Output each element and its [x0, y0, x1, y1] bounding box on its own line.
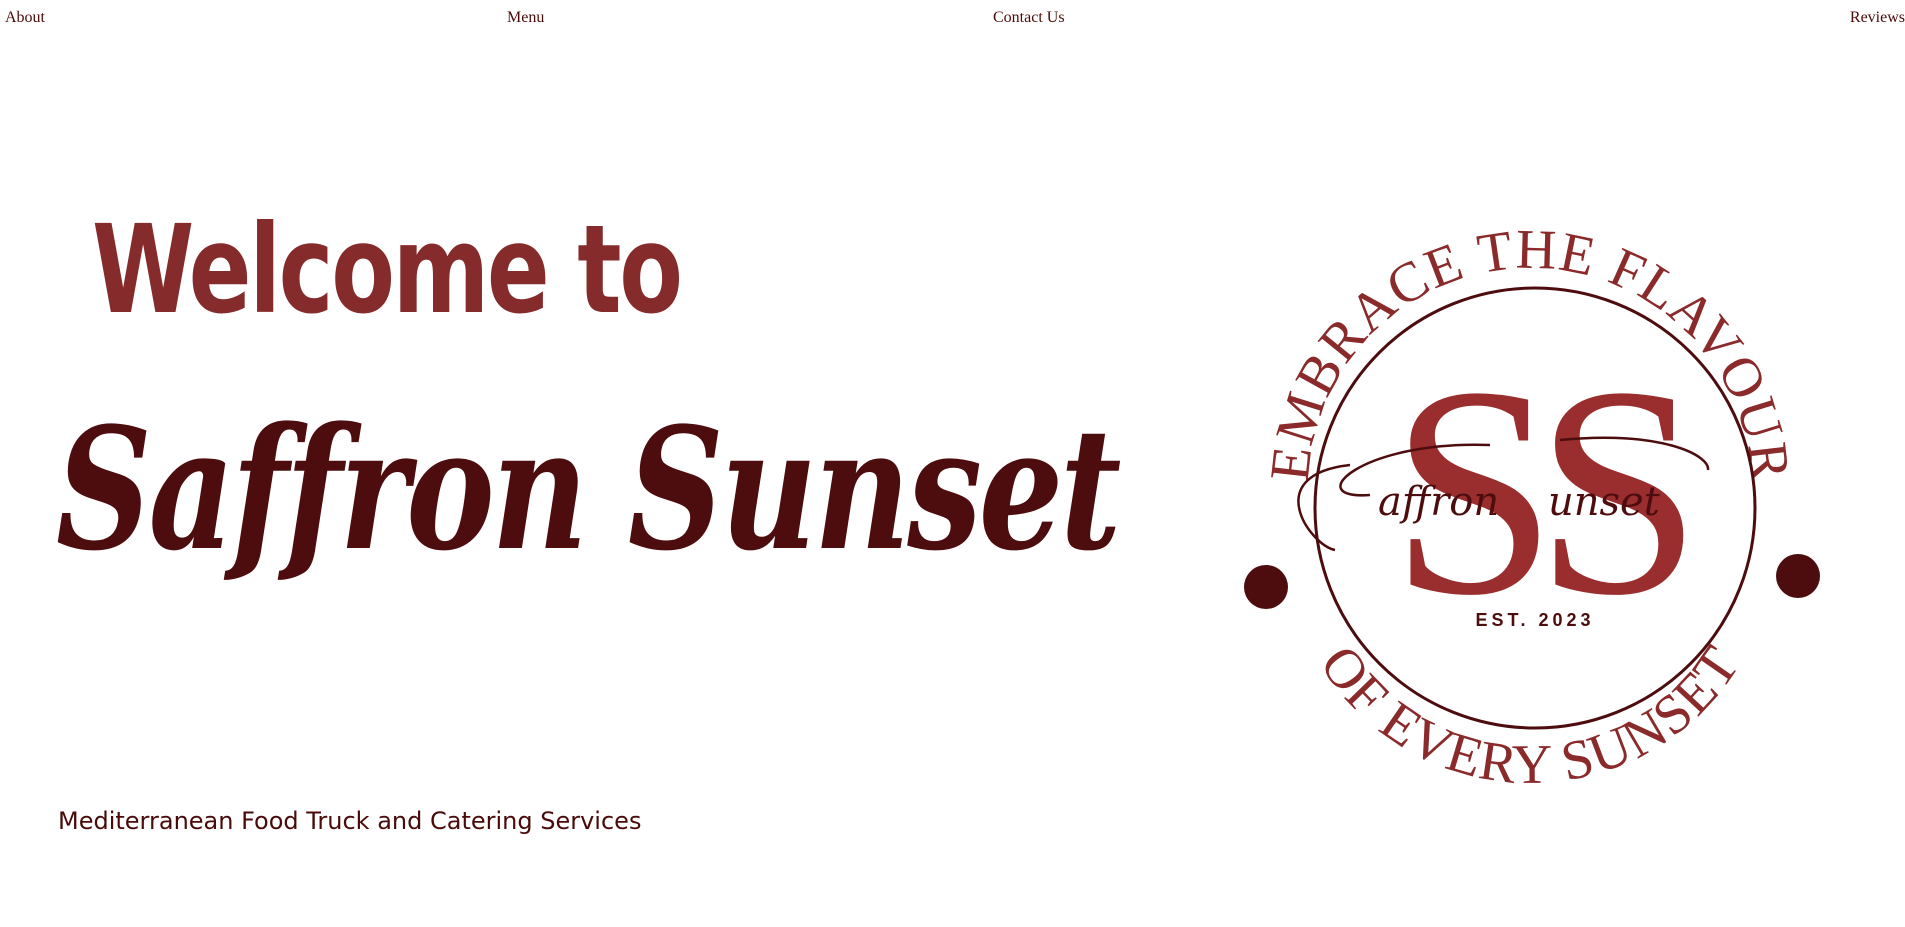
dot-right-icon — [1776, 554, 1820, 598]
welcome-heading: Welcome to — [92, 199, 683, 342]
nav-link-reviews[interactable]: Reviews — [1850, 9, 1905, 27]
top-nav: About Menu Contact Us Reviews — [0, 0, 1905, 40]
emblem-script-right: unset — [1548, 479, 1661, 525]
emblem-established-text: EST. 2023 — [1475, 610, 1594, 630]
nav-link-about[interactable]: About — [5, 9, 45, 27]
dot-left-icon — [1244, 565, 1288, 609]
nav-link-menu[interactable]: Menu — [507, 9, 544, 27]
brand-name-heading: Saffron Sunset — [56, 390, 1121, 588]
tagline: Mediterranean Food Truck and Catering Se… — [58, 807, 642, 835]
saffron-sunset-logo: EMBRACE THE FLAVOUR OF EVERY SUNSET SS a… — [1244, 219, 1820, 796]
emblem-script-left: affron — [1378, 479, 1499, 525]
nav-link-contact-us[interactable]: Contact Us — [993, 9, 1065, 27]
